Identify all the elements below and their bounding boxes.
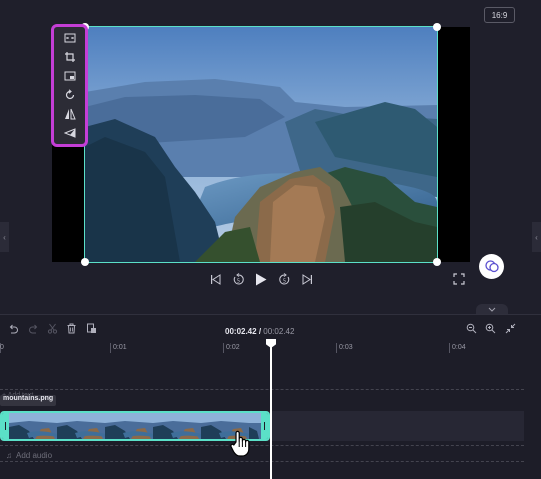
resize-handle-top-right[interactable]: [433, 23, 441, 31]
ruler-label-0: 0: [0, 344, 4, 351]
clip-thumbnail: [153, 413, 201, 439]
play-icon[interactable]: [253, 271, 269, 287]
right-panel-toggle[interactable]: ‹: [532, 222, 541, 252]
ruler-label-2: 0:02: [226, 344, 240, 351]
flip-horizontal-icon[interactable]: [63, 107, 77, 121]
forward-5-icon[interactable]: 5: [276, 271, 292, 287]
add-audio-row[interactable]: ♫ Add audio: [6, 451, 52, 460]
pip-icon[interactable]: [63, 69, 77, 83]
chevron-down-icon: [488, 307, 496, 312]
aspect-ratio-button[interactable]: 16:9: [484, 7, 515, 23]
duplicate-icon[interactable]: [85, 322, 98, 335]
current-time: 00:02.42: [225, 327, 257, 336]
ruler-label-4: 0:04: [452, 344, 466, 351]
playhead-line[interactable]: [270, 340, 272, 479]
floating-toolbar: [51, 24, 88, 147]
svg-text:5: 5: [236, 278, 239, 284]
collapse-timeline-button[interactable]: [476, 304, 508, 314]
fit-timeline-icon[interactable]: [504, 322, 517, 335]
chevron-left-icon: ‹: [535, 232, 538, 242]
ruler-tick: [449, 343, 450, 353]
clip-thumbnail: [9, 413, 57, 439]
hand-cursor-icon: [229, 430, 253, 458]
preview-image[interactable]: [84, 26, 438, 263]
preview-panel: 16:9 ‹ ‹ 5 5: [0, 0, 541, 314]
clip-name-label: mountains.png: [0, 395, 57, 406]
ruler-tick: [223, 343, 224, 353]
fit-icon[interactable]: [63, 31, 77, 45]
ruler-tick: [110, 343, 111, 353]
ruler-tick: [336, 343, 337, 353]
clip-trim-handle-left[interactable]: [2, 413, 9, 439]
chevron-left-icon: ‹: [3, 232, 6, 242]
track-divider: [0, 389, 524, 390]
add-audio-label: Add audio: [16, 451, 53, 460]
timeline-toolbar: 00:02.42 / 00:02.42: [0, 319, 541, 339]
crop-icon[interactable]: [63, 50, 77, 64]
left-panel-toggle[interactable]: ‹: [0, 222, 9, 252]
track-divider: [0, 445, 524, 446]
chat-bubble-icon: [484, 260, 499, 273]
fullscreen-icon[interactable]: [452, 272, 466, 286]
total-time: 00:02.42: [263, 327, 295, 336]
rewind-5-icon[interactable]: 5: [230, 271, 246, 287]
resize-handle-bottom-right[interactable]: [433, 258, 441, 266]
zoom-in-icon[interactable]: [484, 322, 497, 335]
music-note-icon: ♫: [6, 451, 12, 460]
track-divider: [0, 461, 524, 462]
delete-icon[interactable]: [65, 322, 78, 335]
zoom-out-icon[interactable]: [465, 322, 478, 335]
ruler-label-1: 0:01: [113, 344, 127, 351]
clip-thumbnail: [105, 413, 153, 439]
resize-handle-bottom-left[interactable]: [81, 258, 89, 266]
timecode-display: 00:02.42 / 00:02.42: [225, 327, 294, 336]
clip-thumbnail: [57, 413, 105, 439]
clip-trim-handle-right[interactable]: [261, 413, 268, 439]
redo-icon[interactable]: [27, 322, 40, 335]
playback-controls: 5 5: [207, 270, 315, 288]
ruler-label-3: 0:03: [339, 344, 353, 351]
split-icon[interactable]: [46, 322, 59, 335]
feedback-button[interactable]: [479, 254, 504, 279]
svg-text:5: 5: [282, 278, 285, 284]
skip-forward-icon[interactable]: [299, 271, 315, 287]
mountain-landscape-image: [85, 27, 437, 262]
flip-vertical-icon[interactable]: [63, 126, 77, 140]
rotate-icon[interactable]: [63, 88, 77, 102]
undo-icon[interactable]: [7, 322, 20, 335]
skip-back-icon[interactable]: [207, 271, 223, 287]
